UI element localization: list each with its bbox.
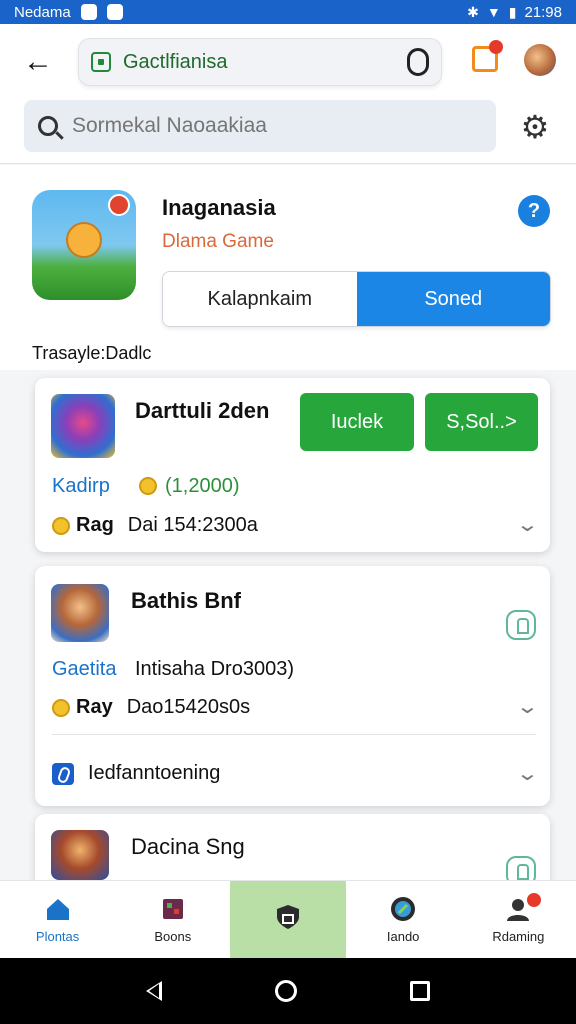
rating-label: Rag bbox=[76, 514, 114, 536]
game-thumbnail bbox=[51, 394, 115, 458]
nav-item-store[interactable]: Boons bbox=[115, 881, 230, 958]
game-thumbnail bbox=[51, 584, 109, 642]
game-name: Darttuli 2den bbox=[135, 398, 270, 423]
rating-label: Ray bbox=[76, 696, 113, 718]
extra-option-label: Iedfanntoening bbox=[88, 762, 221, 784]
rating-row: Rag Dai 154:2300a bbox=[52, 514, 258, 537]
notification-icon bbox=[80, 4, 97, 20]
nav-item-profile[interactable]: Rdaming bbox=[461, 881, 576, 958]
segment-option-2[interactable]: Soned bbox=[356, 272, 550, 326]
game-price: Intisaha Dro3003) bbox=[135, 658, 294, 680]
game-card[interactable]: Bathis Bnf Gaetita Intisaha Dro3003) Ray… bbox=[35, 566, 550, 806]
nav-label: Boons bbox=[154, 929, 192, 944]
system-home-icon[interactable] bbox=[274, 980, 297, 1002]
checkbox-icon[interactable] bbox=[52, 762, 74, 785]
app-subtitle: Dlama Game bbox=[162, 231, 274, 252]
url-bar[interactable]: Gactlfianisa bbox=[78, 38, 442, 86]
microphone-icon[interactable] bbox=[407, 48, 429, 76]
price-value: (1,2000) bbox=[165, 475, 240, 497]
bottom-navigation: Plontas Boons Iando Rdaming bbox=[0, 880, 576, 958]
bluetooth-icon: ✱ bbox=[467, 3, 479, 20]
search-input[interactable] bbox=[72, 114, 472, 138]
battery-icon: ▮ bbox=[508, 3, 517, 20]
rating-value: Dai 154:2300a bbox=[127, 514, 258, 536]
gear-icon[interactable]: ⚙ bbox=[518, 110, 552, 144]
game-name: Bathis Bnf bbox=[131, 588, 241, 613]
game-name: Dacina Sng bbox=[131, 834, 245, 859]
chevron-down-icon[interactable]: ⌄ bbox=[516, 761, 539, 786]
game-category: Kadirp bbox=[52, 475, 110, 497]
nav-item-home[interactable]: Plontas bbox=[0, 881, 115, 958]
nav-item-explore[interactable]: Iando bbox=[346, 881, 461, 958]
rating-value: Dao15420s0s bbox=[126, 696, 251, 718]
carrier-label: Nedama bbox=[14, 3, 71, 21]
compass-icon bbox=[391, 897, 416, 921]
notifications-icon[interactable] bbox=[472, 40, 503, 72]
game-category: Gaetita bbox=[52, 658, 117, 680]
app-icon bbox=[32, 190, 136, 300]
store-icon bbox=[162, 899, 183, 919]
game-card[interactable]: Darttuli 2den Iuclek S,Sol..> Kadirp (1,… bbox=[35, 378, 550, 552]
search-icon bbox=[38, 116, 58, 136]
section-label: Trasayle:Dadlc bbox=[32, 343, 152, 363]
app-notification-icon bbox=[106, 4, 123, 20]
wifi-icon: ▼ bbox=[486, 4, 501, 20]
browser-header: ← Gactlfianisa ⚙ bbox=[0, 24, 576, 164]
primary-action-button[interactable]: Iuclek bbox=[300, 393, 414, 451]
nav-label: Plontas bbox=[35, 929, 80, 944]
system-back-icon[interactable] bbox=[146, 981, 163, 1001]
app-badge bbox=[108, 194, 130, 216]
app-header-section: Inaganasia Dlama Game ? Kalapnkaim Soned… bbox=[0, 165, 576, 370]
chevron-down-icon[interactable]: ⌄ bbox=[516, 512, 539, 537]
nav-label: Rdaming bbox=[492, 929, 545, 944]
page-icon bbox=[91, 52, 111, 72]
extra-option-row[interactable]: Iedfanntoening bbox=[52, 762, 220, 785]
coin-icon bbox=[52, 698, 70, 717]
clock: 21:98 bbox=[524, 3, 562, 21]
system-recents-icon[interactable] bbox=[409, 981, 430, 1001]
game-price: (1,2000) bbox=[139, 475, 240, 498]
secondary-action-button[interactable]: S,Sol..> bbox=[425, 393, 538, 451]
bookmark-icon[interactable] bbox=[506, 610, 536, 640]
segmented-control: Kalapnkaim Soned bbox=[162, 271, 551, 327]
back-arrow-icon[interactable]: ← bbox=[20, 44, 56, 80]
url-text: Gactlfianisa bbox=[123, 50, 228, 73]
nav-item-shield[interactable] bbox=[230, 881, 346, 958]
game-thumbnail bbox=[51, 830, 109, 880]
rating-row: Ray Dao15420s0s bbox=[52, 696, 250, 719]
help-icon[interactable]: ? bbox=[518, 195, 550, 227]
status-bar: Nedama ✱ ▼ ▮ 21:98 bbox=[0, 0, 576, 24]
app-mascot bbox=[66, 222, 102, 258]
app-title: Inaganasia bbox=[162, 195, 276, 220]
divider bbox=[52, 734, 536, 735]
avatar[interactable] bbox=[524, 44, 556, 76]
chevron-down-icon[interactable]: ⌄ bbox=[516, 694, 539, 719]
search-box[interactable] bbox=[24, 100, 496, 152]
notification-dot bbox=[526, 893, 541, 907]
shield-icon bbox=[276, 904, 299, 929]
home-icon bbox=[46, 899, 69, 920]
coin-icon bbox=[52, 516, 70, 535]
system-navigation-bar bbox=[0, 958, 576, 1024]
segment-option-1[interactable]: Kalapnkaim bbox=[163, 272, 357, 326]
coin-icon bbox=[139, 477, 157, 495]
notification-dot bbox=[489, 40, 503, 54]
nav-label: Iando bbox=[386, 929, 420, 944]
